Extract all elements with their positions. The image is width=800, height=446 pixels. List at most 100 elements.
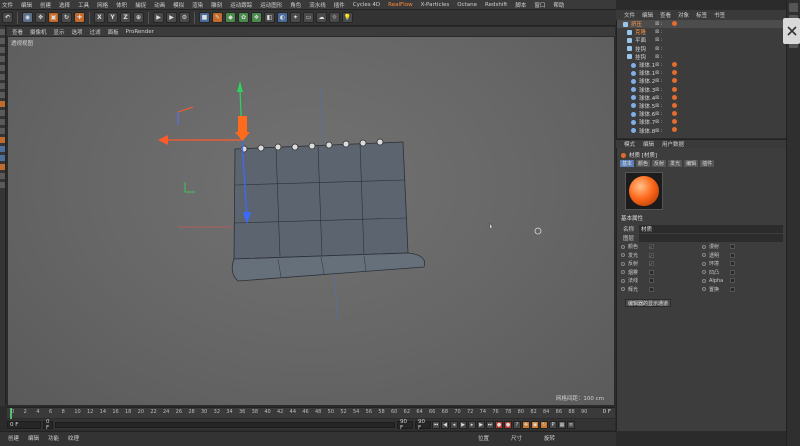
play-icon[interactable]: ▶ — [459, 420, 467, 429]
menu-item[interactable]: 文件 — [2, 1, 13, 9]
channel-animate-icon[interactable] — [702, 278, 706, 283]
record-icon[interactable]: ● — [495, 420, 503, 429]
object-visibility-flags[interactable]: ⊠ : — [655, 128, 662, 134]
object-row[interactable]: 球体.5 ⊠ : — [617, 102, 786, 110]
paint-icon[interactable] — [0, 155, 5, 161]
lock-workplane-icon[interactable] — [0, 128, 5, 134]
object-row[interactable]: 球体.1 ⊠ : — [617, 61, 786, 69]
soft-selection-icon[interactable] — [0, 101, 5, 107]
quick-shading-icon[interactable] — [0, 164, 5, 170]
obj-menu-edit[interactable]: 编辑 — [642, 11, 653, 19]
menu-item[interactable]: 运动图形 — [260, 1, 282, 9]
attr-menu-mode[interactable]: 模式 — [624, 140, 635, 148]
channel-checkbox[interactable] — [730, 244, 735, 250]
material-tag-icon[interactable] — [672, 61, 677, 67]
viewport-solo-icon[interactable] — [0, 182, 5, 188]
snap-icon[interactable] — [0, 119, 5, 125]
coordinate-system-icon[interactable]: ⊕ — [133, 12, 144, 23]
viewport-menu-item[interactable]: 显示 — [54, 28, 65, 36]
material-channel-toggle[interactable]: Alpha — [702, 277, 783, 285]
timeline-ruler[interactable]: 0 F 0 2 4 6 8 10 12 14 16 18 20 22 24 26 28 30 32 34 36 38 4… — [7, 407, 615, 419]
camera-icon[interactable]: ◐ — [277, 12, 288, 23]
floating-overlay-tile[interactable] — [783, 18, 800, 44]
channel-animate-icon[interactable] — [621, 261, 625, 266]
material-subtab[interactable]: 反射 — [652, 160, 667, 167]
spline-pen-icon[interactable]: ✎ — [212, 12, 223, 23]
environment-icon[interactable]: ☼ — [329, 12, 340, 23]
end-frame-field[interactable]: 90 F — [397, 419, 413, 431]
menu-item[interactable]: Octane — [457, 2, 477, 8]
menu-item[interactable]: 模拟 — [173, 1, 184, 9]
menu-item[interactable]: 角色 — [290, 1, 301, 9]
menu-item[interactable]: 渲染 — [192, 1, 203, 9]
channel-checkbox[interactable] — [730, 269, 735, 275]
material-tag-icon[interactable] — [672, 127, 677, 133]
material-channel-toggle[interactable]: 反射 ✓ — [621, 260, 702, 268]
object-visibility-flags[interactable]: ⊠ : — [655, 62, 662, 68]
attr-menu-userdata[interactable]: 用户数据 — [662, 140, 684, 148]
obj-menu-view[interactable]: 查看 — [660, 11, 671, 19]
viewport-menu-item[interactable]: ProRender — [126, 29, 154, 35]
rotate-icon[interactable]: ↻ — [61, 12, 72, 23]
material-tag-icon[interactable] — [672, 21, 677, 26]
scale-icon[interactable]: ▣ — [48, 12, 59, 23]
mid-frame-field[interactable]: 0 F — [43, 419, 53, 431]
material-name-field[interactable]: 材质 — [639, 225, 783, 233]
edges-mode-icon[interactable] — [0, 74, 5, 80]
menu-item[interactable]: 动画 — [154, 1, 165, 9]
field-icon[interactable]: ◧ — [264, 12, 275, 23]
object-row[interactable]: 球体.1 ⊠ : — [617, 69, 786, 77]
channel-animate-icon[interactable] — [621, 253, 625, 258]
material-subtab[interactable]: 编辑 — [684, 160, 699, 167]
max-frame-field[interactable]: 90 F — [415, 419, 431, 431]
material-channel-toggle[interactable]: 凹凸 — [702, 269, 783, 277]
menu-item[interactable]: 窗口 — [534, 1, 545, 9]
scale-key-icon[interactable]: ▣ — [531, 420, 539, 429]
prev-key-icon[interactable]: ◀ — [441, 420, 449, 429]
obj-menu-bookmarks[interactable]: 书签 — [714, 11, 725, 19]
key-selection-icon[interactable]: ? — [513, 420, 521, 429]
position-key-icon[interactable]: ✥ — [522, 420, 530, 429]
prev-frame-icon[interactable]: ◂ — [450, 420, 458, 429]
material-menu-texture[interactable]: 纹理 — [68, 434, 79, 446]
material-channel-toggle[interactable]: 烟雾 — [621, 269, 702, 277]
object-visibility-flags[interactable]: ⊠ : — [655, 21, 662, 27]
material-channel-toggle[interactable]: 漫射 — [702, 243, 783, 251]
object-row[interactable]: 克隆 ⊠ : — [617, 28, 786, 36]
material-tag-icon[interactable] — [672, 102, 677, 108]
editor-display-channel-button[interactable]: 编辑器的显示通道 — [625, 299, 671, 307]
material-channel-toggle[interactable]: 颜色 ✓ — [621, 243, 702, 251]
uv-icon[interactable] — [0, 146, 5, 152]
menu-item[interactable]: 运动跟踪 — [230, 1, 252, 9]
make-editable-icon[interactable] — [0, 29, 5, 35]
next-key-icon[interactable]: ▶ — [477, 420, 485, 429]
material-tag-icon[interactable] — [672, 86, 677, 92]
object-visibility-flags[interactable]: ⊠ : — [655, 111, 662, 117]
material-channel-toggle[interactable]: 发光 ✓ — [621, 252, 702, 260]
live-select-icon[interactable]: ◉ — [22, 12, 33, 23]
material-channel-toggle[interactable]: 置换 — [702, 286, 783, 294]
object-row[interactable]: 球体.4 ⊠ : — [617, 94, 786, 102]
object-visibility-flags[interactable]: ⊠ : — [655, 87, 662, 93]
goto-start-icon[interactable]: ⏮ — [432, 420, 440, 429]
object-visibility-flags[interactable]: ⊠ : — [655, 95, 662, 101]
material-tag-icon[interactable] — [672, 70, 677, 76]
render-picture-viewer-icon[interactable]: ▶ — [166, 12, 177, 23]
obj-menu-tags[interactable]: 标签 — [696, 11, 707, 19]
points-mode-icon[interactable] — [0, 65, 5, 71]
object-visibility-flags[interactable]: ⊠ : — [655, 54, 662, 60]
menu-item[interactable]: Cycles 4D — [353, 2, 380, 8]
channel-checkbox[interactable] — [649, 278, 654, 284]
timeline-menu-icon[interactable]: ≡ — [567, 420, 575, 429]
channel-animate-icon[interactable] — [702, 287, 706, 292]
material-channel-toggle[interactable]: 法线 — [621, 277, 702, 285]
channel-animate-icon[interactable] — [621, 244, 625, 249]
channel-checkbox[interactable] — [730, 261, 735, 267]
channel-checkbox[interactable] — [649, 269, 654, 275]
start-frame-field[interactable]: 0 F — [7, 420, 41, 429]
autokey-icon[interactable]: ● — [504, 420, 512, 429]
object-row[interactable]: 挂钩 ⊠ : — [617, 45, 786, 53]
object-row[interactable]: 球体.2 ⊠ : — [617, 77, 786, 85]
material-menu-create[interactable]: 创建 — [8, 434, 19, 446]
channel-animate-icon[interactable] — [702, 270, 706, 275]
